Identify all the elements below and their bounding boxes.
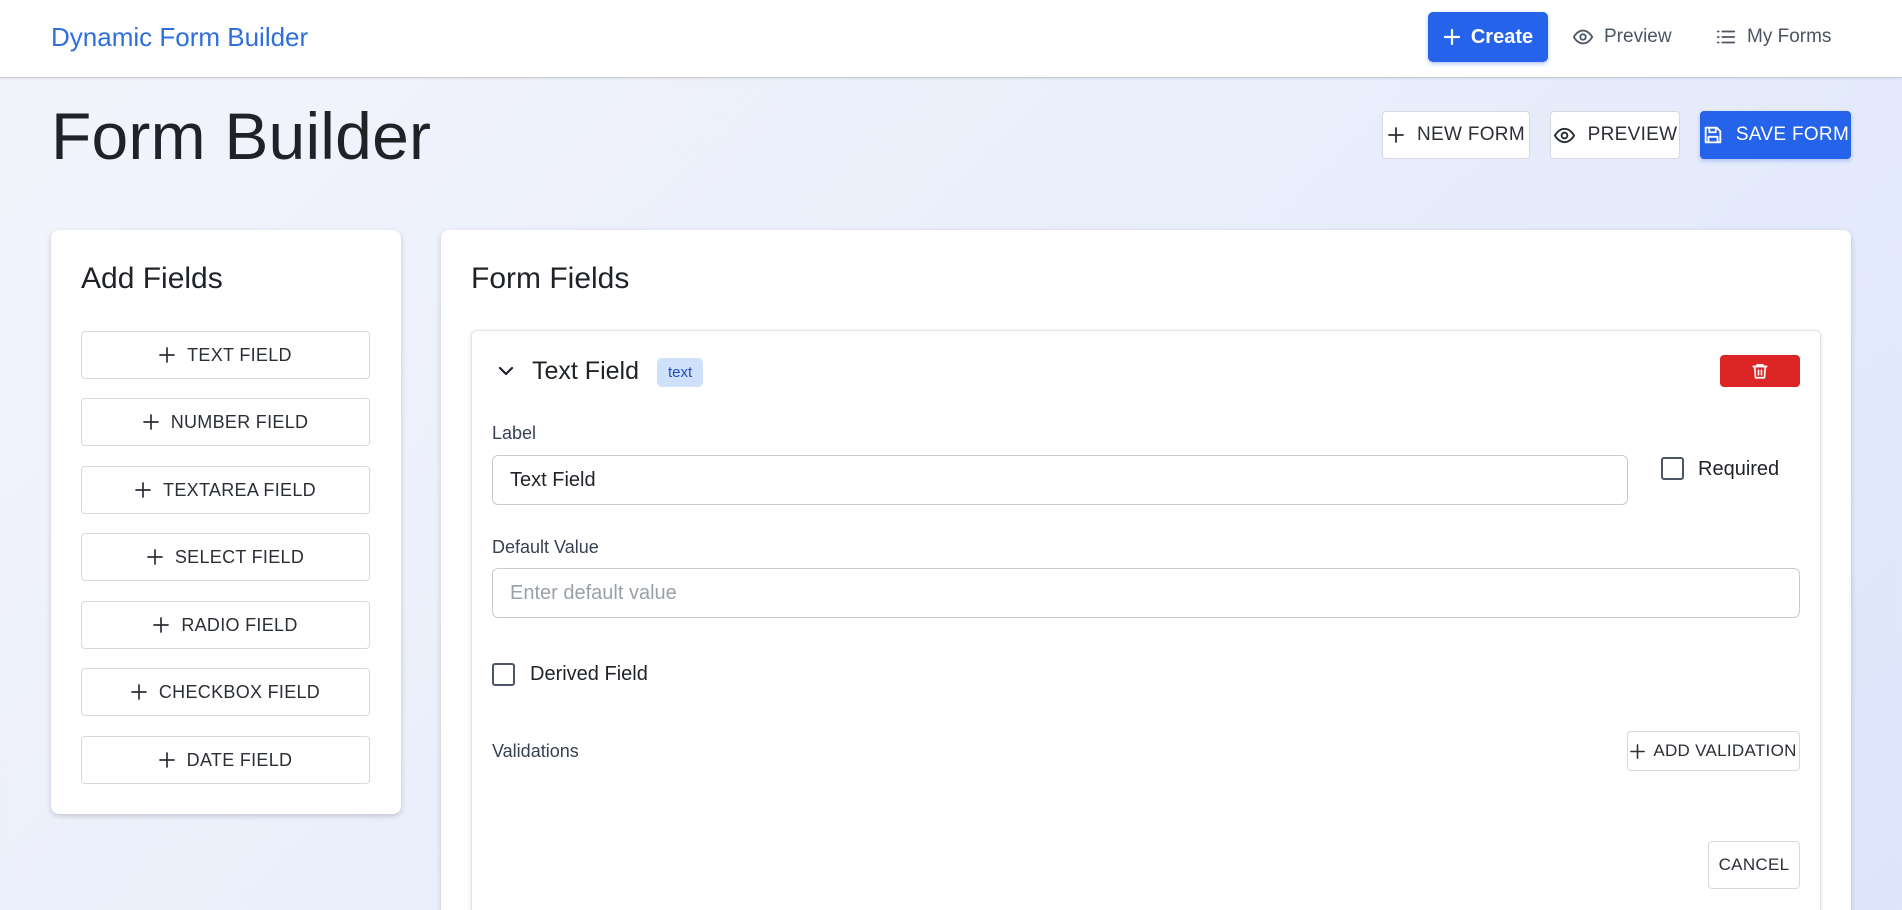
cancel-button[interactable]: CANCEL xyxy=(1708,841,1800,889)
add-fields-title: Add Fields xyxy=(81,262,223,295)
plus-icon xyxy=(135,482,151,498)
plus-icon xyxy=(131,684,147,700)
add-date-field-label: DATE FIELD xyxy=(186,749,293,770)
default-value-input[interactable]: Enter default value xyxy=(492,568,1800,618)
add-textarea-field-label: TEXTAREA FIELD xyxy=(163,479,316,500)
plus-icon xyxy=(1387,126,1405,144)
required-label[interactable]: Required xyxy=(1698,458,1779,481)
form-fields-panel: Form Fields Text Field text Label Text F… xyxy=(441,230,1851,910)
add-checkbox-field-button[interactable]: CHECKBOX FIELD xyxy=(81,668,370,716)
nav-my-forms-link[interactable]: My Forms xyxy=(1715,12,1831,62)
derived-field-label[interactable]: Derived Field xyxy=(530,663,648,686)
cancel-label: CANCEL xyxy=(1718,855,1790,874)
app-bar: Dynamic Form Builder Create Preview My F… xyxy=(0,0,1902,78)
eye-icon xyxy=(1572,26,1594,48)
form-fields-title: Form Fields xyxy=(471,262,630,295)
add-date-field-button[interactable]: DATE FIELD xyxy=(81,736,370,784)
new-form-button[interactable]: NEW FORM xyxy=(1382,111,1530,159)
create-label: Create xyxy=(1470,25,1534,48)
create-button[interactable]: Create xyxy=(1428,12,1548,62)
plus-icon xyxy=(1443,28,1461,46)
preview-button[interactable]: PREVIEW xyxy=(1550,111,1680,159)
plus-icon xyxy=(142,414,159,430)
add-radio-field-button[interactable]: RADIO FIELD xyxy=(81,601,370,649)
floppy-disk-icon xyxy=(1702,124,1724,146)
add-textarea-field-button[interactable]: TEXTAREA FIELD xyxy=(81,466,370,514)
derived-field-checkbox[interactable] xyxy=(492,663,515,686)
add-fields-panel: Add Fields TEXT FIELD NUMBER FIELD TEXTA… xyxy=(51,230,401,814)
required-checkbox[interactable] xyxy=(1661,457,1684,480)
add-text-field-label: TEXT FIELD xyxy=(187,344,292,365)
field-title: Text Field xyxy=(532,357,639,385)
plus-icon xyxy=(146,549,163,565)
trash-icon xyxy=(1751,362,1769,380)
add-validation-button[interactable]: ADD VALIDATION xyxy=(1627,731,1800,771)
add-select-field-label: SELECT FIELD xyxy=(174,546,305,567)
plus-icon xyxy=(159,347,175,363)
add-text-field-button[interactable]: TEXT FIELD xyxy=(81,331,370,379)
field-editor-card: Text Field text Label Text Field Require… xyxy=(471,330,1821,910)
save-form-label: SAVE FORM xyxy=(1735,124,1850,145)
preview-label: PREVIEW xyxy=(1587,124,1678,145)
nav-my-forms-label: My Forms xyxy=(1747,26,1832,47)
default-value-caption: Default Value xyxy=(492,537,599,557)
add-validation-label: ADD VALIDATION xyxy=(1653,741,1797,760)
page-title: Form Builder xyxy=(51,99,432,173)
field-type-chip: text xyxy=(657,358,704,387)
nav-preview-label: Preview xyxy=(1604,26,1672,47)
eye-icon xyxy=(1553,124,1576,147)
label-caption: Label xyxy=(492,423,537,443)
add-number-field-label: NUMBER FIELD xyxy=(170,411,309,432)
delete-field-button[interactable] xyxy=(1720,355,1800,387)
validations-caption: Validations xyxy=(492,741,579,761)
nav-preview-link[interactable]: Preview xyxy=(1572,12,1672,62)
list-icon xyxy=(1715,26,1737,48)
chevron-down-icon[interactable] xyxy=(494,359,518,383)
save-form-button[interactable]: SAVE FORM xyxy=(1700,111,1851,159)
brand-title[interactable]: Dynamic Form Builder xyxy=(51,22,308,53)
plus-icon xyxy=(153,617,170,633)
plus-icon xyxy=(1630,743,1646,759)
label-input[interactable]: Text Field xyxy=(492,455,1628,505)
plus-icon xyxy=(158,752,175,768)
new-form-label: NEW FORM xyxy=(1417,124,1525,145)
add-radio-field-label: RADIO FIELD xyxy=(181,614,298,635)
add-number-field-button[interactable]: NUMBER FIELD xyxy=(81,398,370,446)
add-checkbox-field-label: CHECKBOX FIELD xyxy=(158,681,321,702)
add-select-field-button[interactable]: SELECT FIELD xyxy=(81,533,370,581)
